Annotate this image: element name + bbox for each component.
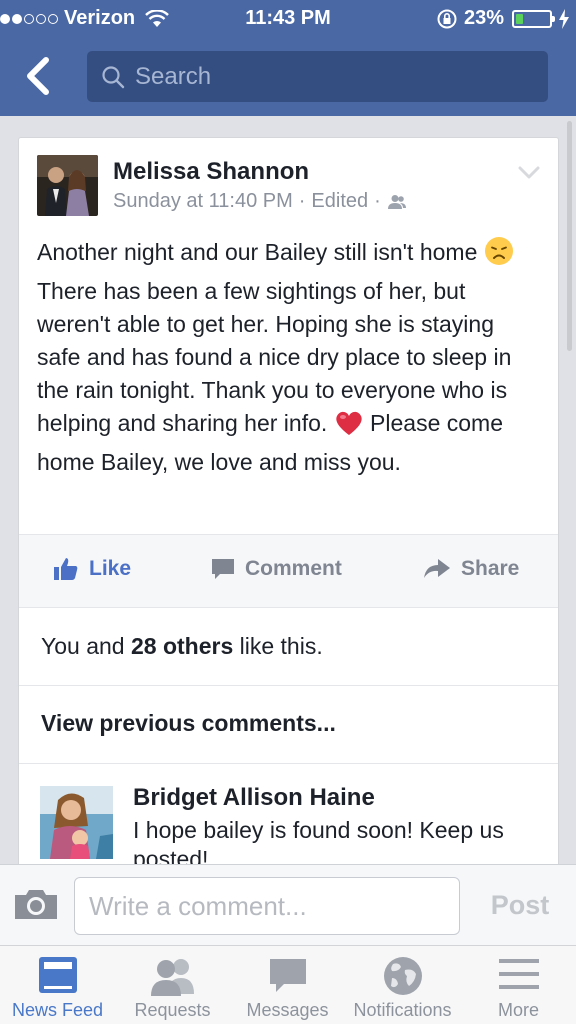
share-button[interactable]: Share (423, 557, 519, 581)
bottom-tab-bar: News Feed Requests Messages Notification… (0, 945, 576, 1024)
chevron-down-icon[interactable] (518, 166, 540, 180)
status-bar: Verizon 11:43 PM 23% (0, 0, 576, 38)
post-timestamp[interactable]: Sunday at 11:40 PM (113, 190, 293, 213)
edited-label[interactable]: Edited (311, 190, 368, 213)
tab-messages[interactable]: Messages (230, 946, 345, 1024)
post-actions: Like Comment Share (19, 534, 558, 608)
top-navigation-bar: Verizon 11:43 PM 23% (0, 0, 576, 116)
share-label: Share (461, 557, 520, 580)
likes-suffix: like this. (239, 633, 323, 659)
search-bar[interactable] (87, 51, 548, 102)
post-meta: Sunday at 11:40 PM · Edited · (113, 190, 407, 213)
comment-composer: Post (0, 864, 576, 945)
messages-icon (269, 959, 306, 992)
tab-notifications[interactable]: Notifications (345, 946, 460, 1024)
search-icon (102, 65, 125, 88)
share-arrow-icon (424, 559, 450, 578)
tab-label: More (497, 1000, 539, 1020)
status-right: 23% (436, 7, 570, 30)
camera-icon[interactable] (13, 887, 59, 921)
friends-audience-icon (387, 194, 406, 209)
tab-more[interactable]: More (461, 946, 576, 1024)
red-heart-emoji (334, 409, 364, 446)
author-avatar[interactable] (37, 155, 98, 216)
tab-label: Messages (246, 1000, 329, 1020)
requests-icon (150, 959, 194, 996)
thumbs-up-icon (54, 558, 78, 580)
likes-summary[interactable]: You and 28 others like this. (41, 633, 323, 660)
back-button[interactable] (22, 56, 62, 96)
comment-label: Comment (245, 557, 342, 580)
likes-count[interactable]: 28 others (131, 633, 233, 659)
meta-separator: · (298, 190, 306, 212)
post-body: Another night and our Bailey still isn't… (37, 236, 542, 479)
post-button[interactable]: Post (478, 885, 562, 925)
view-previous-comments-link[interactable]: View previous comments... (41, 710, 336, 737)
news-feed[interactable]: Melissa Shannon Sunday at 11:40 PM · Edi… (0, 116, 576, 864)
scroll-indicator (567, 121, 572, 351)
post-card: Melissa Shannon Sunday at 11:40 PM · Edi… (18, 137, 559, 864)
like-label: Like (89, 557, 132, 580)
tab-requests[interactable]: Requests (115, 946, 230, 1024)
globe-icon (383, 957, 422, 995)
tab-label: News Feed (11, 1000, 104, 1020)
tab-label: Requests (134, 1000, 211, 1020)
likes-prefix: You and (41, 633, 125, 659)
chevron-left-icon (27, 57, 49, 95)
comment-input[interactable] (74, 877, 460, 935)
comment-bubble-icon (212, 559, 234, 579)
meta-separator: · (374, 190, 381, 212)
divider (19, 685, 558, 686)
post-text-part-1: Another night and our Bailey still isn't… (37, 239, 478, 265)
search-input[interactable] (135, 62, 495, 91)
disappointed-face-emoji (484, 236, 514, 275)
post-author-name[interactable]: Melissa Shannon (113, 158, 309, 186)
news-feed-icon (38, 957, 77, 993)
rotation-lock-icon (437, 9, 457, 28)
comment-text: I hope bailey is found soon! Keep us pos… (133, 817, 504, 864)
tab-news-feed[interactable]: News Feed (0, 946, 115, 1024)
like-button[interactable]: Like (53, 557, 131, 581)
battery-percent: 23% (463, 7, 504, 29)
menu-icon (498, 959, 539, 989)
commenter-avatar[interactable] (40, 786, 113, 859)
comment-button[interactable]: Comment (211, 557, 342, 581)
commenter-name[interactable]: Bridget Allison Haine (133, 784, 375, 812)
divider (19, 763, 558, 764)
charging-icon (559, 8, 569, 29)
tab-label: Notifications (353, 1000, 452, 1020)
battery-level (516, 13, 523, 24)
battery-icon (512, 9, 555, 28)
